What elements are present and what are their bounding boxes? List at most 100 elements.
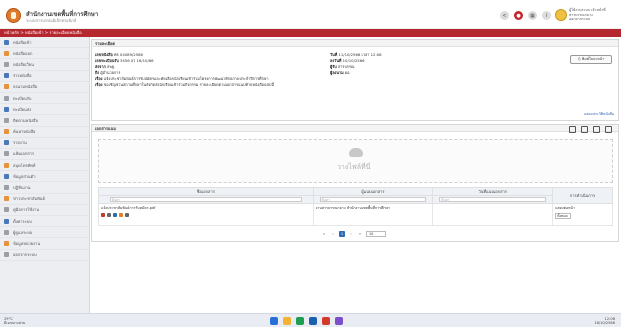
sidebar-item-label: หนังสือออก <box>13 50 33 56</box>
sidebar-item-label: แฟ้มเอกสาร <box>13 151 35 157</box>
column-header-uploader[interactable]: ผู้แนบเอกสาร <box>312 187 434 196</box>
edge-icon[interactable] <box>309 317 317 325</box>
sidebar-item[interactable]: ลงนามหนังสือ <box>0 82 89 93</box>
weather-widget[interactable]: 29°C มีเมฆบางส่วน <box>4 317 25 325</box>
filter-uploader-input[interactable]: ค้นหา <box>319 197 427 202</box>
file-name-cell: แจ้งประชาสัมพันธ์การรับสมัคร.pdf <box>98 203 314 226</box>
sidebar-item[interactable]: ผู้ดูแลระบบ <box>0 227 89 239</box>
filter-date-input[interactable]: ค้นหา <box>439 197 547 202</box>
prev-page-button[interactable]: ‹ <box>330 231 336 237</box>
sidebar-item[interactable]: ค้นหาหนังสือ <box>0 127 89 138</box>
sidebar-item[interactable]: สมุดโทรศัพท์ <box>0 160 89 172</box>
file-uploader: งานสารบรรณกลาง สำนักงานเขตพื้นที่การศึกษ… <box>315 206 390 210</box>
sidebar-item[interactable]: ข้อมูลส่วนตัว <box>0 171 89 183</box>
organization-logo[interactable] <box>6 8 21 23</box>
person-icon <box>4 173 9 179</box>
dropzone-text: วางไฟล์ที่นี่ <box>337 163 371 171</box>
sidebar-item[interactable]: ข่าวประชาสัมพันธ์ <box>0 194 89 205</box>
browser-icon[interactable] <box>296 317 304 325</box>
date-label: วันที่ <box>330 52 338 57</box>
upload-icon[interactable] <box>593 126 600 133</box>
filter-name-input[interactable]: ค้นหา <box>109 197 302 202</box>
teams-icon[interactable] <box>335 317 343 325</box>
sidebar-item-label: ติดตามหนังสือ <box>13 117 38 123</box>
sidebar-item-label: ทะเบียนรับ <box>13 95 32 101</box>
sidebar-item[interactable]: ออกจากระบบ <box>0 250 89 261</box>
sidebar-item[interactable]: ปฏิทินงาน <box>0 182 89 194</box>
to-label: ถึง <box>95 70 100 75</box>
sidebar-item[interactable]: หนังสือเข้า <box>0 37 89 49</box>
file-uploader-cell: งานสารบรรณกลาง สำนักงานเขตพื้นที่การศึกษ… <box>312 203 434 226</box>
signer-value: ผอ. <box>344 70 351 75</box>
user-info[interactable]: ผู้ใช้งานระบบ เจ้าหน้าที่ สารบรรณกลาง ออ… <box>569 8 615 22</box>
logout-icon <box>4 252 9 258</box>
pdf-icon[interactable] <box>101 213 105 217</box>
info-icon[interactable]: i <box>542 11 551 20</box>
column-header-date[interactable]: วันที่แนบเอกสาร <box>432 187 554 196</box>
app-subtitle: ระบบสารบรรณอิเล็กทรอนิกส์ <box>26 18 77 23</box>
chrome-icon[interactable] <box>322 317 330 325</box>
sidebar-item[interactable]: รายงาน <box>0 138 89 149</box>
file-explorer-icon[interactable] <box>283 317 291 325</box>
breadcrumb[interactable]: หน้าหลัก > หนังสือเข้า > รายละเอียดหนังส… <box>0 29 621 37</box>
logout-link[interactable]: ออกจากระบบ <box>569 17 615 22</box>
detail-value: ขอเชิญชวนสถานศึกษาในสังกัดส่งนักเรียนเข้… <box>103 82 274 87</box>
sidebar-item[interactable]: หนังสือเวียน <box>0 59 89 71</box>
sidebar-item[interactable]: ทะเบียนรับ <box>0 93 89 105</box>
sidebar-item[interactable]: ข้อมูลหน่วยงาน <box>0 238 89 250</box>
download-icon[interactable] <box>107 213 111 217</box>
sidebar-item[interactable]: ร่างหนังสือ <box>0 71 89 82</box>
file-name[interactable]: แจ้งประชาสัมพันธ์การรับสมัคร.pdf <box>101 205 311 211</box>
user-avatar[interactable] <box>555 9 567 21</box>
document-icon <box>4 84 9 90</box>
attachment-tools <box>569 126 612 133</box>
copy-icon[interactable] <box>581 126 588 133</box>
system-tray[interactable]: 12:08 16/10/2566 <box>594 317 615 325</box>
app-header: สำนักงานเขตพื้นที่การศึกษา ระบบสารบรรณอิ… <box>0 3 621 29</box>
save-icon[interactable] <box>605 126 612 133</box>
sidebar-item[interactable]: ทะเบียนส่ง <box>0 104 89 116</box>
sidebar-item-label: ข่าวประชาสัมพันธ์ <box>13 196 45 202</box>
share-icon[interactable]: < <box>500 11 509 20</box>
sidebar-item[interactable]: แฟ้มเอกสาร <box>0 149 89 161</box>
send-icon <box>4 106 9 112</box>
sidebar-item[interactable]: หนังสือออก <box>0 48 89 60</box>
column-header-name[interactable]: ชื่อเอกสาร <box>98 187 314 196</box>
attachments-panel: เอกสารแนบ วางไฟล์ที่นี่ ชื่อเอกสาร ผู้แน… <box>91 124 619 242</box>
building-icon <box>4 240 9 246</box>
current-page-button[interactable]: 1 <box>339 231 345 237</box>
sidebar-item-label: ค้นหาหนังสือ <box>13 129 36 135</box>
outbox-icon <box>4 50 9 56</box>
delete-icon[interactable] <box>125 213 129 217</box>
print-cover-button[interactable]: ⎙ พิมพ์ใบปะหน้า <box>570 55 612 64</box>
notification-icon[interactable]: ● <box>514 11 523 20</box>
sidebar-item[interactable]: ติดตามหนังสือ <box>0 115 89 127</box>
next-page-button[interactable]: › <box>348 231 354 237</box>
edit-icon[interactable] <box>119 213 123 217</box>
start-icon[interactable] <box>270 317 278 325</box>
date-value: 11/10/2566 เวลา 12:08 <box>338 52 382 57</box>
sidebar-item-label: หนังสือเข้า <box>13 39 32 45</box>
file-date-cell <box>432 203 554 226</box>
first-page-button[interactable]: « <box>321 231 327 237</box>
doc-number-label: เลขหนังสือ <box>95 52 113 57</box>
file-dropzone[interactable]: วางไฟล์ที่นี่ <box>98 139 613 183</box>
chart-icon <box>4 140 9 146</box>
reg-number-value: 3456 ลว 16/10/66 <box>119 58 154 63</box>
grid-icon[interactable]: ▦ <box>528 11 537 20</box>
view-icon[interactable] <box>113 213 117 217</box>
subject-label: เรื่อง <box>95 76 103 81</box>
sidebar-item[interactable]: คู่มือการใช้งาน <box>0 205 89 216</box>
receiver-label: ผู้รับ <box>330 64 337 69</box>
news-icon <box>4 196 9 202</box>
view-history-link[interactable]: แสดงประวัติหนังสือ <box>584 111 614 117</box>
sidebar-item-label: ทะเบียนส่ง <box>13 106 32 112</box>
sidebar-item[interactable]: ตั้งค่าระบบ <box>0 216 89 228</box>
rows-per-page-select[interactable]: 10 <box>366 231 386 237</box>
sidebar-item-label: คู่มือการใช้งาน <box>13 207 40 213</box>
last-page-button[interactable]: » <box>357 231 363 237</box>
phone-icon <box>4 162 9 168</box>
calendar-icon <box>4 185 9 191</box>
folder-icon[interactable] <box>569 126 576 133</box>
page-size-select[interactable]: ทั้งหมด <box>555 213 572 219</box>
